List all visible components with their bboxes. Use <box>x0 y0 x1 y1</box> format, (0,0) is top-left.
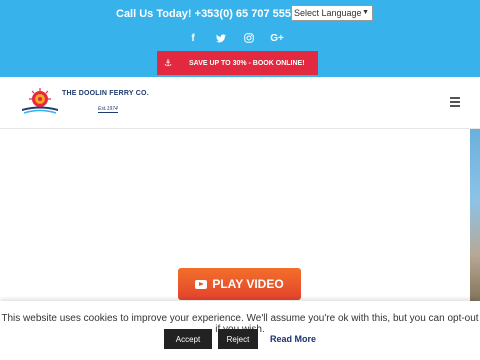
promo-label: SAVE UP TO 30% - BOOK ONLINE! <box>189 59 305 67</box>
instagram-icon[interactable] <box>242 31 256 45</box>
language-select-label: Select Language <box>294 8 362 18</box>
cookie-banner: This website uses cookies to improve you… <box>0 301 480 360</box>
social-links: f G+ <box>186 31 284 45</box>
language-select[interactable]: Select Language ▼ <box>291 5 373 21</box>
twitter-icon[interactable] <box>214 31 228 45</box>
accept-button[interactable]: Accept <box>164 329 212 349</box>
anchor-icon: ⚓ <box>163 57 173 68</box>
hero-section: PLAY VIDEO <box>0 129 480 329</box>
logo-name: THE DOOLIN FERRY CO. <box>62 89 149 97</box>
site-header: THE DOOLIN FERRY CO. Est.1974 <box>0 77 480 129</box>
promo-button[interactable]: ⚓ SAVE UP TO 30% - BOOK ONLINE! <box>157 51 318 75</box>
youtube-play-icon <box>195 279 208 289</box>
logo-established: Est.1974 <box>98 105 118 113</box>
facebook-icon[interactable]: f <box>186 31 200 45</box>
google-plus-icon[interactable]: G+ <box>270 31 284 45</box>
logo[interactable]: THE DOOLIN FERRY CO. Est.1974 <box>20 87 149 117</box>
reject-button[interactable]: Reject <box>218 329 258 349</box>
read-more-link[interactable]: Read More <box>264 334 316 344</box>
hero-image-edge <box>470 129 480 309</box>
chevron-down-icon: ▼ <box>362 9 369 16</box>
top-bar: Call Us Today! +353(0) 65 707 5555 Selec… <box>0 0 480 77</box>
ship-wheel-logo-icon <box>22 88 58 114</box>
play-video-button[interactable]: PLAY VIDEO <box>178 268 301 300</box>
play-video-label: PLAY VIDEO <box>212 277 284 291</box>
call-us-text[interactable]: Call Us Today! +353(0) 65 707 5555 <box>116 6 297 22</box>
menu-icon[interactable] <box>450 97 460 107</box>
